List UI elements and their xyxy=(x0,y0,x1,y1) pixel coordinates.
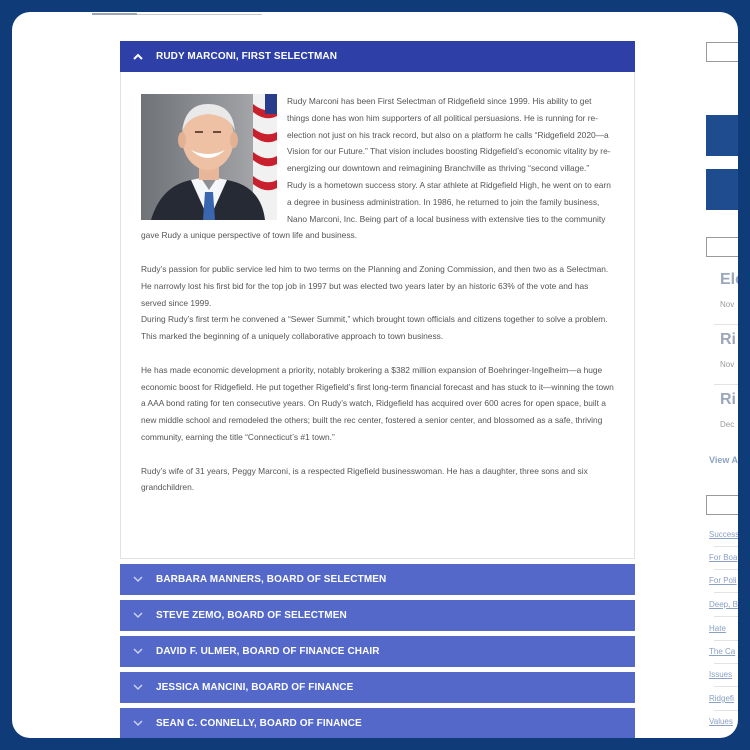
chevron-down-icon xyxy=(130,576,146,583)
sidebar-post-title[interactable]: Ele xyxy=(720,271,738,289)
accordion-title: SEAN C. CONNELLY, BOARD OF FINANCE xyxy=(156,718,362,729)
sidebar-category-link[interactable]: The Ca xyxy=(709,647,735,656)
chevron-down-icon xyxy=(130,612,146,619)
accordion-title: BARBARA MANNERS, BOARD OF SELECTMEN xyxy=(156,574,387,585)
chevron-up-icon xyxy=(130,53,146,60)
sidebar-post-date: Nov xyxy=(720,360,735,369)
bio-paragraph: Rudy’s wife of 31 years, Peggy Marconi, … xyxy=(141,465,588,493)
right-sidebar: Ele Nov Ri Nov Ri Dec View A Success For… xyxy=(706,12,738,738)
sidebar-category-link[interactable]: Hate xyxy=(709,624,726,633)
sidebar-category-link[interactable]: Values xyxy=(709,717,733,726)
chevron-down-icon xyxy=(130,684,146,691)
candidates-accordion: RUDY MARCONI, FIRST SELECTMAN Rudy Marco… xyxy=(120,41,635,738)
sidebar-post-title[interactable]: Ri xyxy=(720,331,736,349)
accordion-title: RUDY MARCONI, FIRST SELECTMAN xyxy=(156,51,338,62)
sidebar-category-link[interactable]: For Poli xyxy=(709,576,737,585)
candidate-photo xyxy=(141,94,277,220)
sidebar-search-input[interactable] xyxy=(706,42,738,62)
bio-paragraph: Rudy’s passion for public service led hi… xyxy=(141,263,609,308)
chevron-down-icon xyxy=(130,720,146,727)
bio-paragraph: He has made economic development a prior… xyxy=(141,364,614,442)
sidebar-post-date: Nov xyxy=(720,300,735,309)
sidebar-input[interactable] xyxy=(706,495,738,515)
sidebar-banner-button[interactable] xyxy=(706,169,738,210)
sidebar-category-link[interactable]: Ridgefi xyxy=(709,694,734,703)
sidebar-category-link[interactable]: For Boa xyxy=(709,553,737,562)
sidebar-post-title[interactable]: Ri xyxy=(720,391,736,409)
view-all-link[interactable]: View A xyxy=(709,455,738,465)
sidebar-category-link[interactable]: Success xyxy=(709,530,738,539)
accordion-title: JESSICA MANCINI, BOARD OF FINANCE xyxy=(156,682,354,693)
accordion-header-jessica-mancini[interactable]: JESSICA MANCINI, BOARD OF FINANCE xyxy=(120,672,635,703)
accordion-panel-rudy-marconi: Rudy Marconi has been First Selectman of… xyxy=(120,72,635,559)
sidebar-input[interactable] xyxy=(706,237,738,257)
sidebar-category-link[interactable]: Deep, B xyxy=(709,600,738,609)
accordion-header-steve-zemo[interactable]: STEVE ZEMO, BOARD OF SELECTMEN xyxy=(120,600,635,631)
accordion-title: STEVE ZEMO, BOARD OF SELECTMEN xyxy=(156,610,347,621)
accordion-title: DAVID F. ULMER, BOARD OF FINANCE CHAIR xyxy=(156,646,380,657)
accordion-header-sean-connelly[interactable]: SEAN C. CONNELLY, BOARD OF FINANCE xyxy=(120,708,635,738)
bio-paragraph: During Rudy’s first term he convened a “… xyxy=(141,314,608,342)
chevron-down-icon xyxy=(130,648,146,655)
page-frame: RUDY MARCONI, FIRST SELECTMAN Rudy Marco… xyxy=(12,12,738,738)
accordion-header-david-ulmer[interactable]: DAVID F. ULMER, BOARD OF FINANCE CHAIR xyxy=(120,636,635,667)
accordion-header-rudy-marconi[interactable]: RUDY MARCONI, FIRST SELECTMAN xyxy=(120,41,635,72)
sidebar-post-date: Dec xyxy=(720,420,735,429)
accordion-header-barbara-manners[interactable]: BARBARA MANNERS, BOARD OF SELECTMEN xyxy=(120,564,635,595)
sidebar-category-link[interactable]: Issues xyxy=(709,670,732,679)
sidebar-banner-button[interactable] xyxy=(706,115,738,156)
top-breadcrumb-remnant xyxy=(92,12,262,15)
